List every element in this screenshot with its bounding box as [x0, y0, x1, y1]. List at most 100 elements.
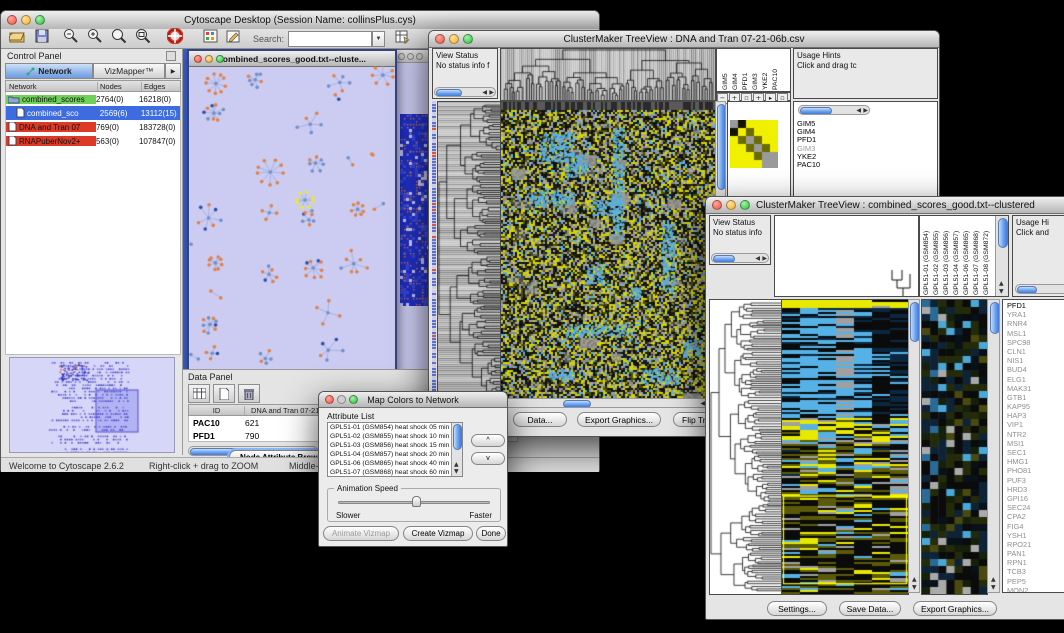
col-header-nodes[interactable]: Nodes [98, 82, 142, 91]
zoom-fit-icon[interactable] [111, 28, 127, 49]
network-graph-canvas[interactable] [189, 66, 395, 369]
minimize-icon[interactable] [407, 53, 414, 60]
gene-label[interactable]: PAN1 [1007, 549, 1031, 558]
help-lifesaver-icon[interactable] [167, 28, 183, 49]
zoom-out-icon[interactable] [63, 28, 79, 49]
attribute-item[interactable]: GPL51-01 (GSM854) heat shock 05 min [328, 424, 450, 433]
gene-label[interactable]: PFD1 [1007, 301, 1031, 310]
zoom-icon[interactable] [216, 55, 224, 63]
attribute-table-icon[interactable] [188, 384, 210, 403]
zoom-icon[interactable] [463, 34, 473, 44]
dense-network-canvas[interactable] [400, 114, 430, 306]
settings-button[interactable]: Settings... [767, 601, 827, 616]
delete-attribute-icon[interactable] [238, 384, 260, 403]
gene-panel-scrollbar[interactable]: ◀▶ [798, 105, 870, 115]
dialog-titlebar[interactable]: Map Colors to Network [319, 392, 507, 408]
minimize-icon[interactable] [449, 34, 459, 44]
minimize-icon[interactable] [21, 15, 31, 25]
birdseye-canvas[interactable] [10, 358, 174, 452]
close-icon[interactable] [435, 34, 445, 44]
tab-vizmapper[interactable]: VizMapper™ [93, 63, 165, 79]
gene-label[interactable]: MSI1 [1007, 439, 1031, 448]
gene-label[interactable]: CPA2 [1007, 512, 1031, 521]
vizmapper-icon[interactable] [203, 29, 218, 48]
network-row[interactable]: RNAPuberNov2+ 563(0) 107847(0) [6, 134, 180, 148]
export-graphics-button[interactable]: Export Graphics... [913, 601, 997, 616]
save-session-icon[interactable] [35, 29, 49, 48]
gene-label[interactable]: NIS1 [1007, 356, 1031, 365]
gene-label[interactable]: PUF3 [1007, 476, 1031, 485]
export-graphics-button[interactable]: Export Graphics... [577, 412, 661, 427]
gene-label[interactable]: MSL1 [1007, 329, 1031, 338]
gene-label[interactable]: GTB1 [1007, 393, 1031, 402]
network-row[interactable]: DNA and Tran 07 769(0) 183728(0) [6, 120, 180, 134]
done-button[interactable]: Done [476, 526, 506, 541]
usage-hints-scrollbar[interactable] [1015, 284, 1064, 294]
minimize-icon[interactable] [205, 55, 213, 63]
view-status-scrollbar[interactable]: ◀▶ [434, 87, 496, 97]
tab-network[interactable]: Network [5, 63, 93, 79]
treeview-dna-titlebar[interactable]: ClusterMaker TreeView : DNA and Tran 07-… [429, 31, 939, 48]
zoom-icon[interactable] [740, 200, 750, 210]
col-header-edges[interactable]: Edges [142, 82, 178, 91]
zoom-icon[interactable] [349, 395, 358, 404]
gene-label[interactable]: RPN1 [1007, 558, 1031, 567]
network-row[interactable]: combined_scores 2764(0) 16218(0) [6, 92, 180, 106]
zoomed-heatmap-canvas[interactable] [921, 299, 988, 595]
save-data-button[interactable]: Save Data... [839, 601, 901, 616]
network-window-titlebar[interactable]: combined_scores_good.txt--cluste... [189, 51, 395, 67]
attribute-item[interactable]: GPL51-06 (GSM865) heat shock 40 min [328, 460, 450, 469]
close-icon[interactable] [325, 395, 334, 404]
minimize-icon[interactable] [726, 200, 736, 210]
close-icon[interactable] [398, 53, 405, 60]
close-icon[interactable] [7, 15, 17, 25]
attribute-item[interactable]: GPL51-03 (GSM856) heat shock 15 min [328, 442, 450, 451]
network-row[interactable]: combined_sco 2569(6) 13112(15) [6, 106, 180, 120]
speed-slider-thumb[interactable] [412, 496, 421, 507]
tab-more[interactable]: ▶ [165, 63, 181, 79]
gene-label[interactable]: SEC1 [1007, 448, 1031, 457]
save-data-button[interactable]: Data... [513, 412, 567, 427]
gene-label[interactable]: KAP95 [1007, 402, 1031, 411]
gene-label[interactable]: ELG1 [1007, 375, 1031, 384]
attribute-list-scrollbar[interactable]: ▲▼ [451, 423, 462, 476]
gene-label[interactable]: CLN1 [1007, 347, 1031, 356]
table-import-icon[interactable] [395, 29, 410, 49]
gene-label[interactable]: TCB3 [1007, 567, 1031, 576]
column-labels-scrollbar[interactable]: ▲▼ [995, 216, 1008, 296]
zoom-in-icon[interactable] [87, 28, 103, 49]
network-window-active[interactable]: combined_scores_good.txt--cluste... [187, 49, 397, 369]
gene-label[interactable]: PEP5 [1007, 577, 1031, 586]
gene-label[interactable]: NTR2 [1007, 430, 1031, 439]
attribute-item[interactable]: GPL51-02 (GSM855) heat shock 10 min [328, 433, 450, 442]
move-down-button[interactable]: v [471, 452, 505, 465]
gene-label[interactable]: YSH1 [1007, 531, 1031, 540]
row-dendrogram-canvas[interactable] [709, 299, 782, 595]
annotation-icon[interactable] [226, 29, 241, 48]
open-file-icon[interactable] [9, 29, 25, 48]
birdseye-view[interactable] [9, 357, 175, 453]
column-dendrogram-canvas[interactable] [774, 215, 919, 297]
gene-label[interactable]: PHO81 [1007, 466, 1031, 475]
col-header-network[interactable]: Network [6, 82, 98, 91]
float-panel-icon[interactable] [166, 51, 176, 61]
gene-label[interactable]: FIG4 [1007, 522, 1031, 531]
close-icon[interactable] [194, 55, 202, 63]
move-up-button[interactable]: ^ [471, 434, 505, 447]
gene-label[interactable]: HAP3 [1007, 411, 1031, 420]
gene-label[interactable]: RNR4 [1007, 319, 1031, 328]
dna-heatmap-canvas[interactable] [500, 101, 716, 399]
gene-label[interactable]: HMG1 [1007, 457, 1031, 466]
gene-label[interactable]: GPI16 [1007, 494, 1031, 503]
attribute-item[interactable]: GPL51-07 (GSM868) heat shock 60 min [328, 469, 450, 477]
search-input[interactable] [288, 31, 372, 47]
gene-label[interactable]: YRA1 [1007, 310, 1031, 319]
close-icon[interactable] [712, 200, 722, 210]
animate-vizmap-button[interactable]: Animate Vizmap [323, 526, 399, 541]
combined-heatmap-vscrollbar[interactable]: ▲▼ [908, 299, 920, 593]
data-col-id[interactable]: ID [189, 406, 245, 415]
gene-label[interactable]: BUD4 [1007, 365, 1031, 374]
view-status-scrollbar[interactable]: ◀▶ [711, 253, 769, 263]
gene-label[interactable]: SPC98 [1007, 338, 1031, 347]
gene-label[interactable]: MON2 [1007, 586, 1031, 593]
